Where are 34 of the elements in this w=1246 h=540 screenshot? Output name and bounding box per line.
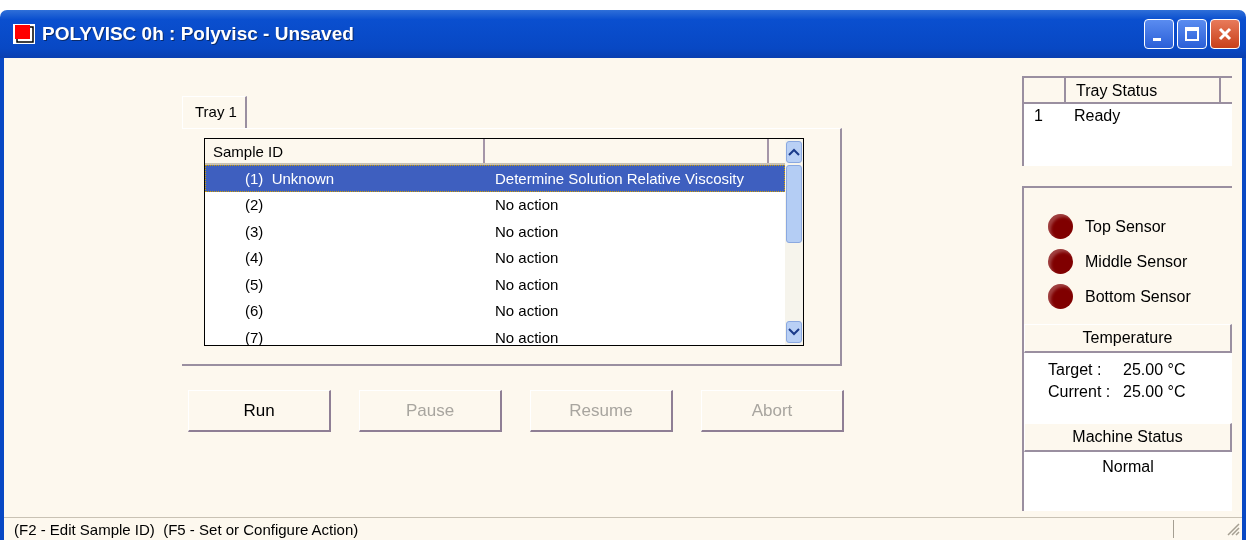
minimize-button[interactable] [1144,19,1174,49]
sample-row[interactable]: (3) No action [205,218,785,245]
column-header: Tray Status [1066,78,1221,102]
status-text: (F2 - Edit Sample ID) (F5 - Set or Configure Action) [13,520,360,538]
sensor-label: Top Sensor [1085,217,1166,236]
table-cell-text: 1 [1033,107,1044,125]
resize-grip-icon[interactable] [1226,522,1240,536]
close-button[interactable] [1210,19,1240,49]
field-value: 25.00 °C [1123,383,1186,401]
field-label: Target : [1048,361,1103,379]
sample-row[interactable]: (4) No action [205,244,785,271]
minimize-icon [1153,37,1161,41]
sample-row[interactable]: (6) No action [205,297,785,324]
close-icon [1217,26,1233,42]
scroll-thumb[interactable] [786,165,802,243]
sensor-label: Middle Sensor [1085,252,1188,271]
machine-status-value: Normal [1024,452,1232,511]
scroll-up-icon[interactable] [786,141,802,163]
field-value: 25.00 °C [1123,361,1186,379]
table-cell-text: Ready [1073,107,1121,125]
app-icon [12,23,36,45]
scroll-down-icon[interactable] [786,321,802,343]
sample-row[interactable]: (5) No action [205,271,785,298]
sample-row[interactable]: (2) No action [205,191,785,218]
maximize-button[interactable] [1177,19,1207,49]
maximize-icon [1184,26,1200,42]
action-button[interactable]: Run [188,390,331,432]
sample-row[interactable]: (1) Unknown Determine Solution Relative Viscosity [205,165,785,192]
sample-row[interactable]: (7) No action [205,324,785,345]
sensor-label: Bottom Sensor [1085,287,1191,306]
tab[interactable]: Tray 1 [182,96,247,128]
window-title: POLYVISC 0h : Polyvisc - Unsaved [42,23,354,45]
field-label: Current : [1048,383,1112,401]
scrollbar[interactable] [785,139,803,345]
